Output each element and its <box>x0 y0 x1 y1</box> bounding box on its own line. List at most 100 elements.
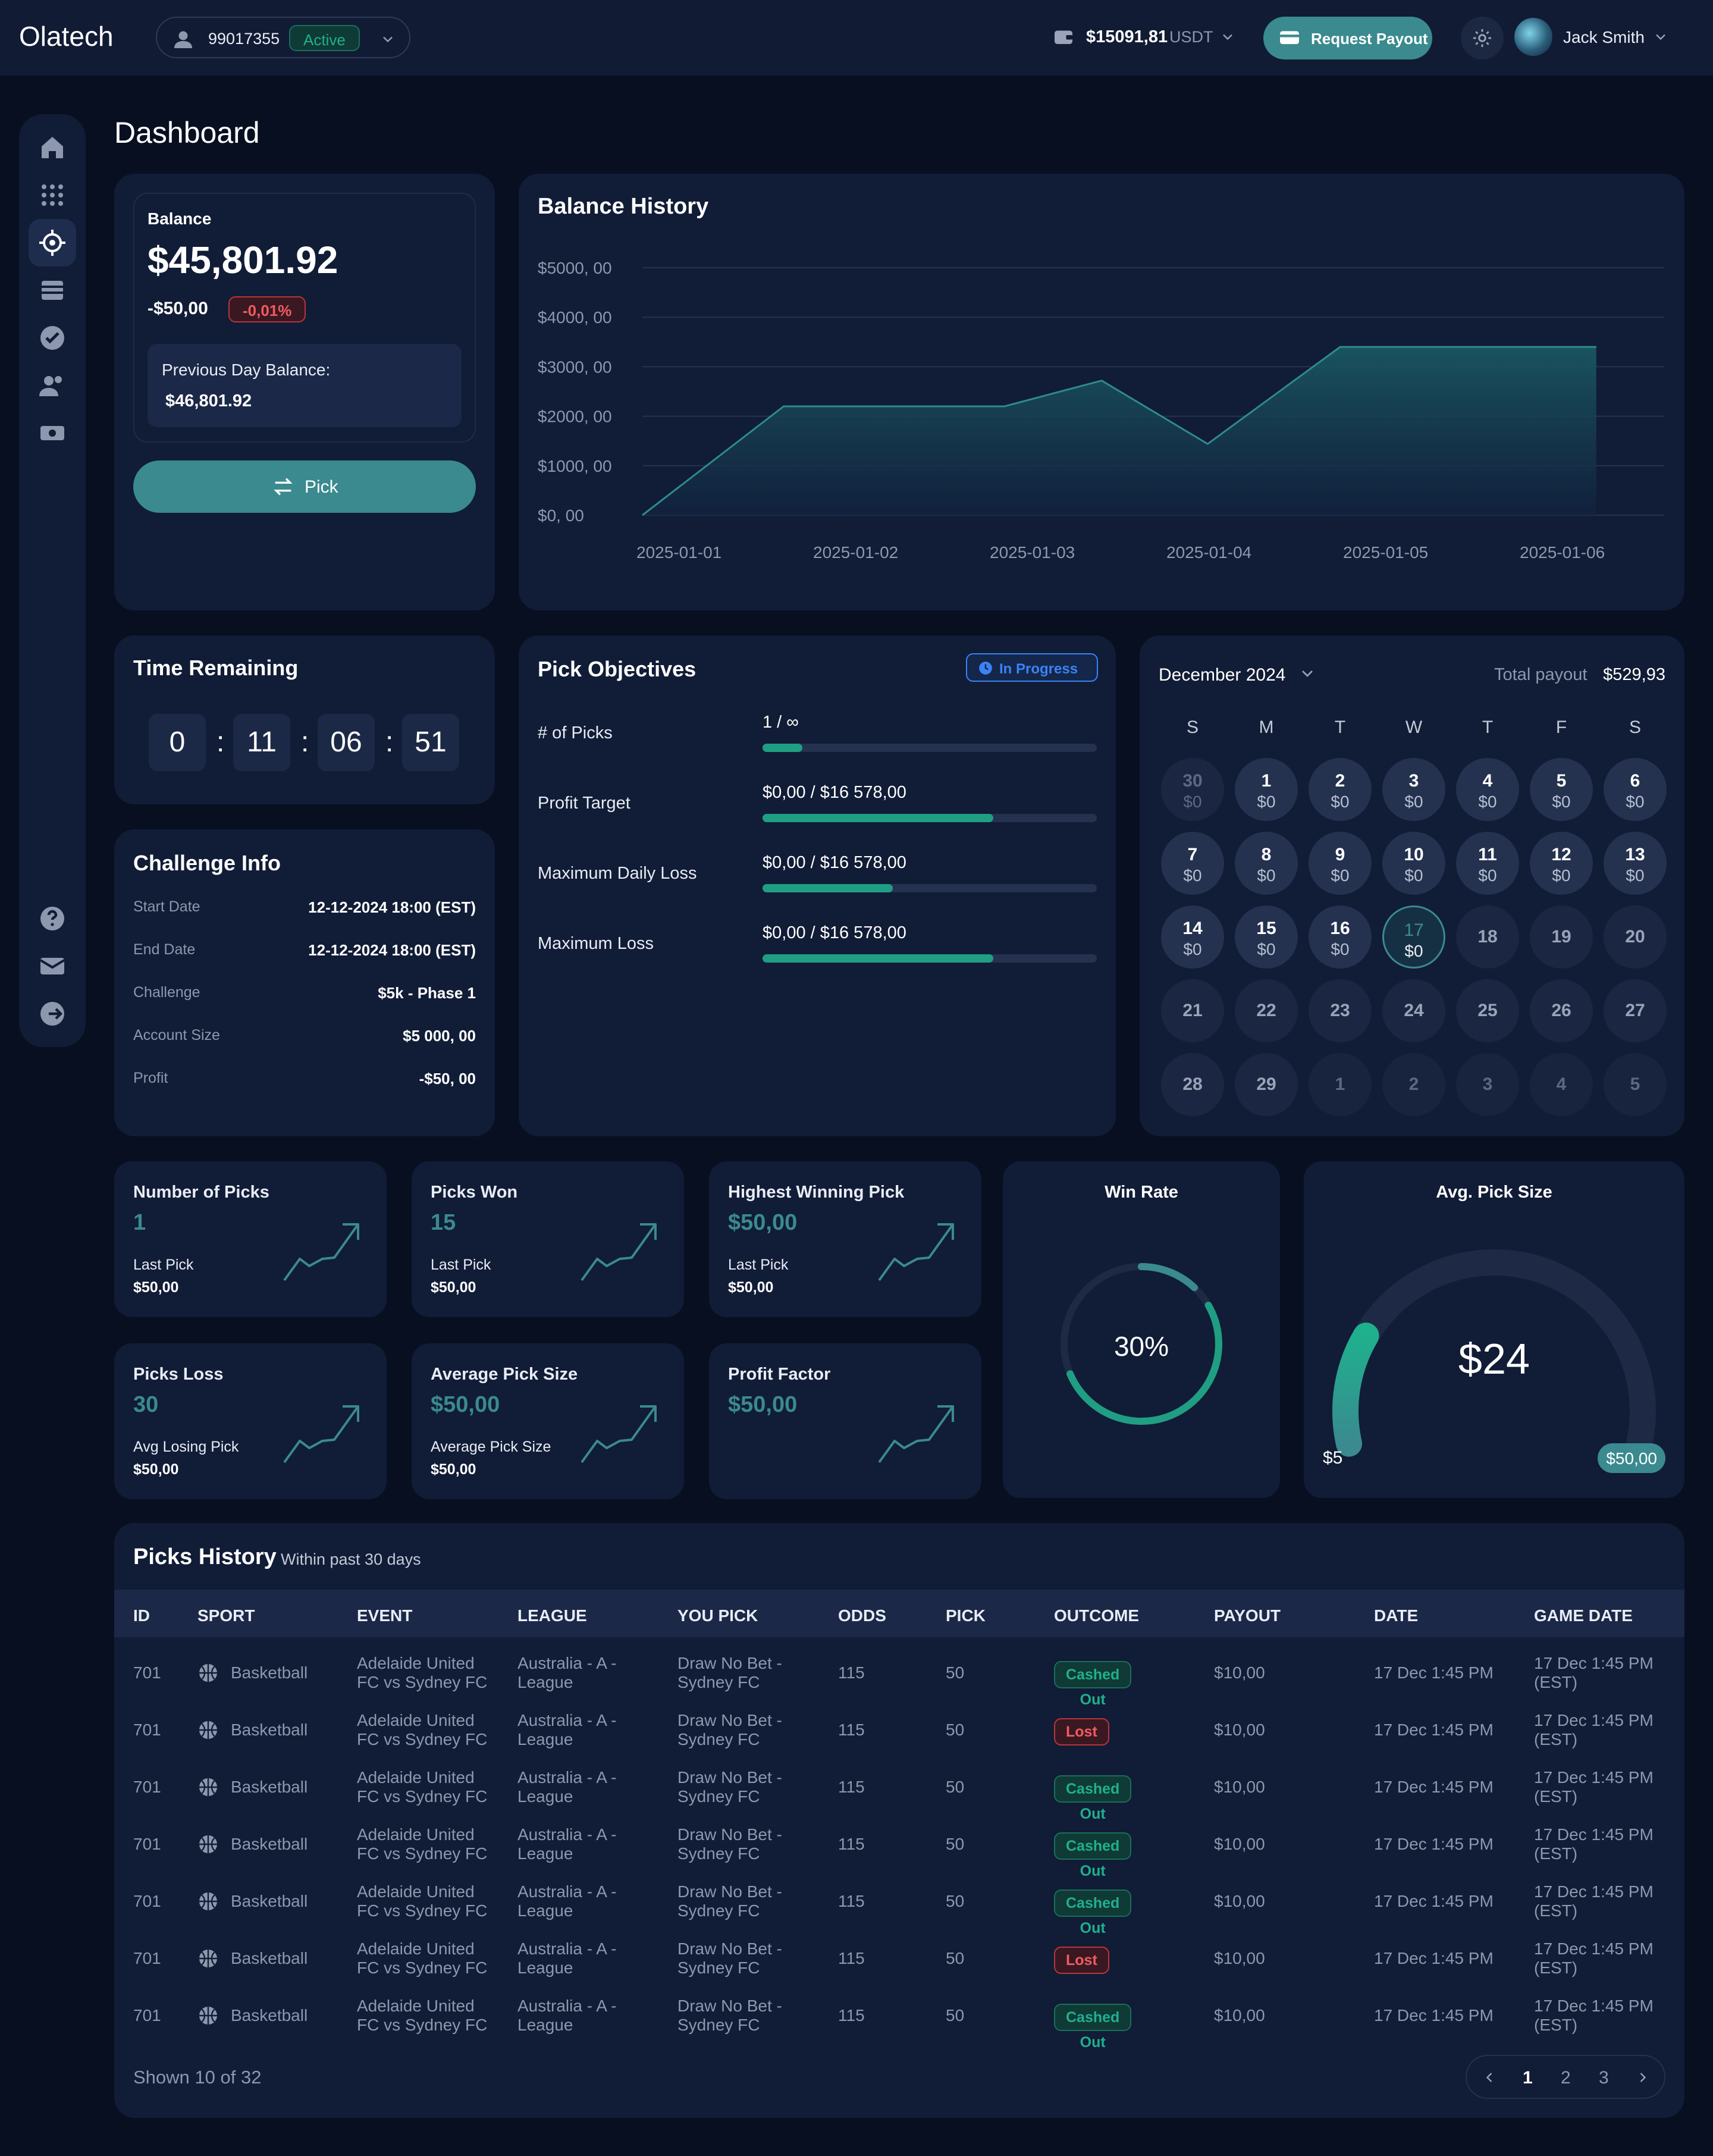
cell-game-date: 17 Dec 1:45 PM <box>1534 1825 1654 1844</box>
home-icon[interactable] <box>38 133 67 162</box>
page-3[interactable]: 3 <box>1599 2068 1609 2088</box>
outcome-badge: Cashed Out <box>1054 2004 1132 2051</box>
calendar-day[interactable]: 15 $0 <box>1235 905 1298 969</box>
x-tick-label: 2025-01-01 <box>636 543 721 562</box>
calendar-day[interactable]: 11 $0 <box>1456 832 1519 895</box>
chevron-right-icon[interactable] <box>1634 2069 1651 2086</box>
calendar-day-number: 24 <box>1404 1001 1424 1020</box>
settings-button[interactable] <box>1461 17 1504 59</box>
basketball-icon <box>199 1950 217 1967</box>
calendar-day[interactable]: 8 $0 <box>1235 832 1298 895</box>
calendar-day[interactable]: 23 <box>1309 979 1372 1042</box>
calendar-day[interactable]: 5 $0 <box>1530 758 1593 821</box>
calendar-day-number: 25 <box>1477 1001 1498 1020</box>
calendar-day[interactable]: 19 <box>1530 905 1593 969</box>
chevron-left-icon[interactable] <box>1481 2069 1498 2086</box>
wallet-currency: USDT <box>1169 28 1213 46</box>
cell-date: 17 Dec 1:45 PM <box>1374 2006 1494 2025</box>
calendar-day[interactable]: 4 $0 <box>1456 758 1519 821</box>
balance-label: Balance <box>148 209 212 228</box>
cell-sport: Basketball <box>231 2006 308 2025</box>
stat-sub-value: $50,00 <box>431 1279 476 1296</box>
calendar-day[interactable]: 6 $0 <box>1604 758 1667 821</box>
calendar-day[interactable]: 3 $0 <box>1382 758 1445 821</box>
sidebar-item-active[interactable] <box>29 219 76 267</box>
calendar-day[interactable]: 21 <box>1161 979 1224 1042</box>
pick-button[interactable]: Pick <box>133 460 476 513</box>
challenge-row-label: Account Size <box>133 1027 220 1043</box>
cell-payout: $10,00 <box>1214 1663 1265 1682</box>
change-badge: -0,01% <box>228 296 306 322</box>
calendar-day[interactable]: 30 $0 <box>1161 758 1224 821</box>
challenge-row-value: 12-12-2024 18:00 (EST) <box>308 898 476 916</box>
calendar-day[interactable]: 14 $0 <box>1161 905 1224 969</box>
ticket-icon[interactable] <box>38 419 67 447</box>
request-payout-button[interactable]: Request Payout <box>1263 17 1432 59</box>
cell-you-pick: Draw No Bet - <box>677 1768 782 1787</box>
calendar-day[interactable]: 7 $0 <box>1161 832 1224 895</box>
column-header: YOU PICK <box>677 1606 758 1625</box>
calendar-day[interactable]: 20 <box>1604 905 1667 969</box>
cell-league: League <box>517 1730 573 1748</box>
calendar-day[interactable]: 28 <box>1161 1053 1224 1116</box>
grid-icon[interactable] <box>38 181 67 209</box>
calendar-day-number: 28 <box>1182 1074 1203 1094</box>
calendar-day[interactable]: 27 <box>1604 979 1667 1042</box>
calendar-day[interactable]: 9 $0 <box>1309 832 1372 895</box>
chevron-down-icon[interactable] <box>1219 29 1236 45</box>
challenge-row-value: 12-12-2024 18:00 (EST) <box>308 941 476 959</box>
calendar-day[interactable]: 16 $0 <box>1309 905 1372 969</box>
help-icon[interactable] <box>38 904 67 933</box>
calendar-day[interactable]: 5 <box>1604 1053 1667 1116</box>
outcome-badge: Lost <box>1054 1947 1109 1974</box>
calendar-day[interactable]: 26 <box>1530 979 1593 1042</box>
cell-you-pick: Sydney FC <box>677 1730 760 1748</box>
check-circle-icon[interactable] <box>38 324 67 352</box>
chevron-down-icon[interactable] <box>379 31 396 48</box>
calendar-day-payout: $0 <box>1552 792 1571 811</box>
calendar-day[interactable]: 25 <box>1456 979 1519 1042</box>
calendar-day-number: 21 <box>1182 1001 1203 1020</box>
calendar-day-payout: $0 <box>1331 940 1350 958</box>
calendar-day[interactable]: 17 $0 <box>1382 905 1445 969</box>
calendar-day[interactable]: 24 <box>1382 979 1445 1042</box>
calendar-day[interactable]: 22 <box>1235 979 1298 1042</box>
page-1[interactable]: 1 <box>1523 2068 1533 2088</box>
outcome-badge: Cashed Out <box>1054 1832 1132 1879</box>
account-id: 99017355 <box>208 30 280 48</box>
chevron-down-icon[interactable] <box>1652 29 1669 45</box>
cell-date: 17 Dec 1:45 PM <box>1374 1663 1494 1682</box>
stat-sub-label: Avg Losing Pick <box>133 1439 239 1455</box>
calendar-day[interactable]: 2 <box>1382 1053 1445 1116</box>
calendar-day[interactable]: 1 $0 <box>1235 758 1298 821</box>
calendar-day[interactable]: 4 <box>1530 1053 1593 1116</box>
page-2[interactable]: 2 <box>1561 2068 1571 2088</box>
clock-icon <box>979 662 992 675</box>
calendar-day[interactable]: 18 <box>1456 905 1519 969</box>
mail-icon[interactable] <box>38 952 67 980</box>
trend-up-icon <box>581 1223 657 1281</box>
calendar-day[interactable]: 29 <box>1235 1053 1298 1116</box>
calendar-day[interactable]: 12 $0 <box>1530 832 1593 895</box>
calendar-day-number: 5 <box>1556 771 1567 791</box>
cell-odds: 115 <box>838 1721 865 1739</box>
stat-title: Average Pick Size <box>431 1365 578 1384</box>
calendar-day[interactable]: 10 $0 <box>1382 832 1445 895</box>
logout-icon[interactable] <box>38 999 67 1028</box>
objective-progress <box>763 814 1097 822</box>
account-selector[interactable]: 99017355 Active <box>156 17 410 58</box>
calendar-day[interactable]: 2 $0 <box>1309 758 1372 821</box>
user-name[interactable]: Jack Smith <box>1563 28 1645 47</box>
cell-payout: $10,00 <box>1214 1721 1265 1739</box>
pick-button-label: Pick <box>305 477 338 497</box>
stat-sub-label: Average Pick Size <box>431 1439 551 1455</box>
list-icon[interactable] <box>38 276 67 305</box>
page-title: Dashboard <box>114 116 260 149</box>
users-icon[interactable] <box>38 371 67 400</box>
avatar[interactable] <box>1514 18 1552 56</box>
calendar-day[interactable]: 13 $0 <box>1604 832 1667 895</box>
objective-label: Profit Target <box>538 794 630 813</box>
calendar-day[interactable]: 1 <box>1309 1053 1372 1116</box>
calendar-day[interactable]: 3 <box>1456 1053 1519 1116</box>
win-rate-title: Win Rate <box>1105 1183 1178 1202</box>
